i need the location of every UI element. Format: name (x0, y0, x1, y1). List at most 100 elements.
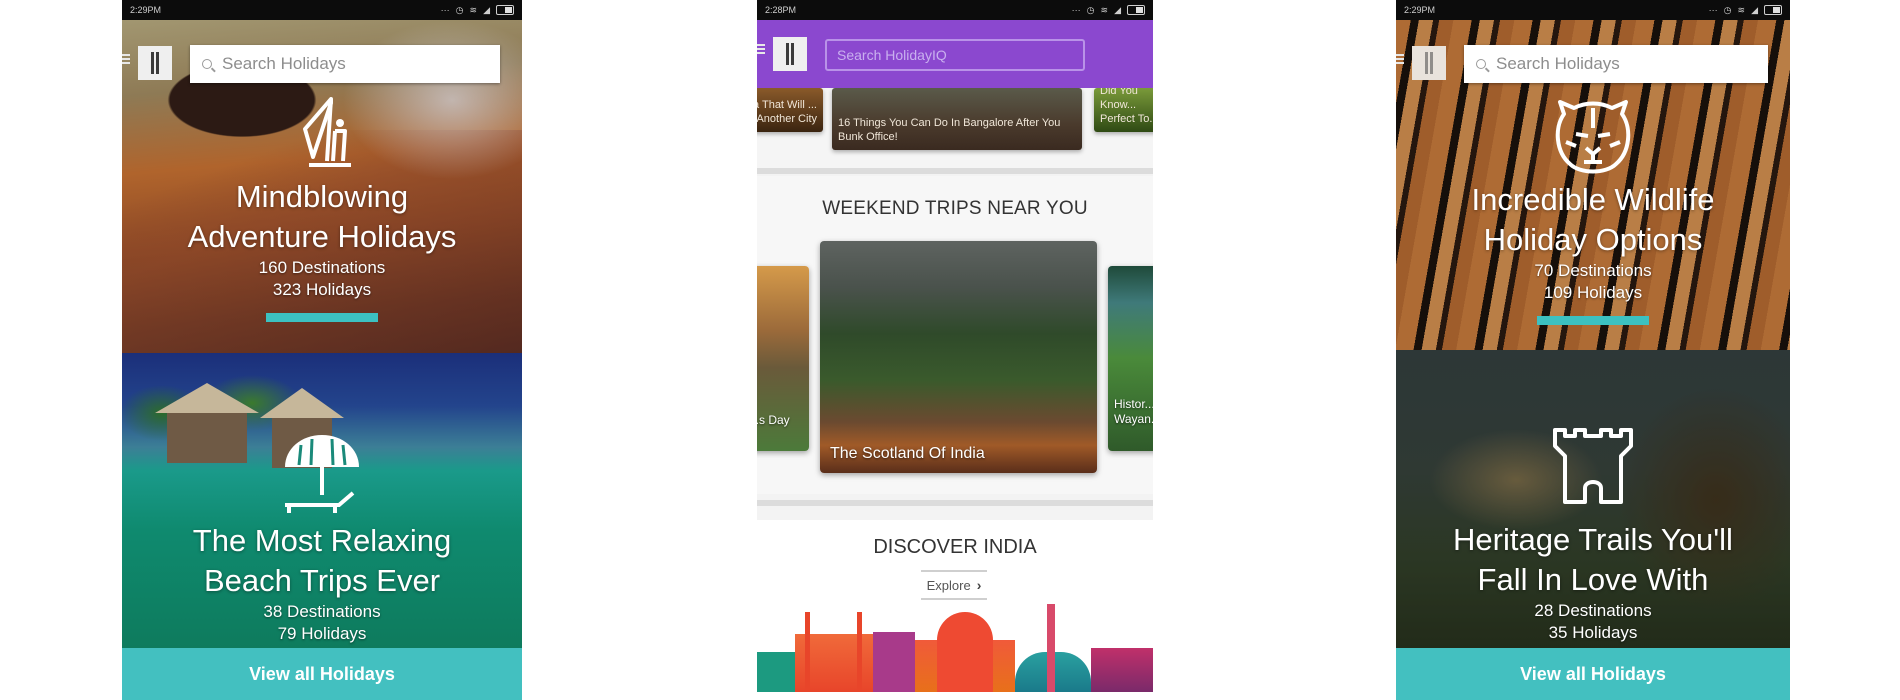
holiday-count: 109 Holidays (1543, 283, 1643, 302)
category-title: Incredible Wildlife Holiday Options (1472, 180, 1715, 260)
hamburger-menu-icon[interactable] (122, 54, 130, 64)
phone-screen-left: 2:29PM ··· ◷ ≋ ◢ Search Holidays Mindblo… (122, 0, 522, 700)
chevron-right-icon: › (976, 577, 982, 593)
logo-icon (783, 43, 797, 65)
minaret-shape (857, 612, 862, 692)
active-indicator (266, 313, 378, 322)
signal-icon: ◢ (483, 4, 490, 15)
active-indicator (1537, 316, 1649, 325)
alarm-icon: ◷ (1086, 4, 1095, 15)
app-header: Search HolidayIQ (757, 20, 1153, 88)
search-header: Search Holidays (1396, 20, 1790, 88)
destination-count: 70 Destinations (1534, 261, 1652, 280)
search-placeholder: Search HolidayIQ (837, 47, 947, 63)
holiday-count: 323 Holidays (272, 280, 372, 299)
category-title-line1: The Most Relaxing (192, 523, 452, 558)
phone-screen-right: 2:29PM ··· ◷ ≋ ◢ Search Holidays Incredi… (1396, 0, 1790, 700)
search-icon (1476, 59, 1486, 69)
section-divider (757, 500, 1153, 506)
tiger-icon (1555, 100, 1631, 174)
qutub-minar-shape (1047, 604, 1055, 692)
more-icon: ··· (440, 4, 450, 15)
destination-count: 160 Destinations (258, 258, 386, 277)
alarm-icon: ◷ (1723, 4, 1732, 15)
wifi-icon: ≋ (1737, 4, 1746, 15)
category-title-line2: Adventure Holidays (187, 219, 457, 254)
weekend-trips-section: WEEKEND TRIPS NEAR YOU ...s Day The Scot… (757, 176, 1153, 494)
category-card-heritage[interactable]: Heritage Trails You'll Fall In Love With… (1396, 350, 1790, 648)
search-placeholder: Search Holidays (1496, 54, 1620, 73)
search-input[interactable]: Search Holidays (190, 45, 500, 83)
battery-icon (1764, 5, 1782, 15)
article-title: Did You Know... Perfect To... (1100, 88, 1153, 125)
wifi-icon: ≋ (1100, 4, 1109, 15)
status-bar: 2:29PM ··· ◷ ≋ ◢ (1396, 0, 1790, 20)
search-input[interactable]: Search Holidays (1464, 45, 1768, 83)
category-title: Mindblowing Adventure Holidays (188, 177, 457, 257)
section-title: DISCOVER INDIA (873, 536, 1037, 558)
view-all-holidays-button[interactable]: View all Holidays (1396, 648, 1790, 700)
search-icon (202, 59, 212, 69)
battery-icon (1127, 5, 1145, 15)
status-bar: 2:28PM ··· ◷ ≋ ◢ (757, 0, 1153, 20)
article-card[interactable]: ...ta That Will ... Another City (757, 88, 823, 132)
category-title-line2: Fall In Love With (1477, 562, 1709, 597)
wifi-icon: ≋ (469, 4, 478, 15)
view-all-holidays-button[interactable]: View all Holidays (122, 648, 522, 700)
status-bar: 2:29PM ··· ◷ ≋ ◢ (122, 0, 522, 20)
search-placeholder: Search Holidays (222, 54, 346, 73)
article-title: ...ta That Will ... Another City (757, 99, 817, 125)
minaret-shape (805, 612, 810, 692)
battery-icon (496, 5, 514, 15)
app-logo[interactable] (138, 46, 172, 80)
article-title: 16 Things You Can Do In Bangalore After … (838, 117, 1061, 143)
app-logo[interactable] (773, 37, 807, 71)
trip-card-label: Histor... Wayan... (1114, 397, 1153, 426)
article-card[interactable]: Did You Know... Perfect To... (1094, 88, 1153, 132)
search-header: Search Holidays (122, 20, 522, 88)
logo-icon (148, 52, 162, 74)
section-divider (757, 168, 1153, 174)
more-icon: ··· (1708, 4, 1718, 15)
search-input[interactable]: Search HolidayIQ (825, 39, 1085, 71)
trip-card[interactable]: The Scotland Of India (820, 241, 1097, 473)
trip-card[interactable]: Histor... Wayan... (1108, 266, 1153, 451)
castle-tower-icon (1553, 428, 1633, 504)
explore-label: Explore (926, 577, 971, 593)
taj-mahal-dome-shape (937, 612, 993, 692)
holiday-count: 35 Holidays (1548, 623, 1638, 642)
alarm-icon: ◷ (455, 4, 464, 15)
destination-count: 28 Destinations (1534, 601, 1652, 620)
status-time: 2:28PM (765, 5, 797, 15)
status-time: 2:29PM (1404, 5, 1436, 15)
hamburger-menu-icon[interactable] (757, 44, 765, 54)
phone-screen-middle: 2:28PM ··· ◷ ≋ ◢ Search HolidayIQ ...ta … (757, 0, 1153, 700)
hamburger-menu-icon[interactable] (1396, 54, 1404, 64)
section-title: WEEKEND TRIPS NEAR YOU (822, 198, 1088, 219)
discover-india-section: DISCOVER INDIA Explore › (757, 520, 1153, 700)
app-logo[interactable] (1412, 46, 1446, 80)
india-gate-shape (757, 652, 795, 692)
category-title-line2: Beach Trips Ever (203, 563, 441, 598)
beach-umbrella-icon (285, 435, 359, 513)
logo-icon (1422, 52, 1436, 74)
status-time: 2:29PM (130, 5, 162, 15)
signal-icon: ◢ (1114, 4, 1121, 15)
category-title-line1: Incredible Wildlife (1471, 182, 1715, 217)
category-title: The Most Relaxing Beach Trips Ever (193, 521, 451, 601)
trip-card-label: The Scotland Of India (830, 445, 985, 462)
category-title-line1: Heritage Trails You'll (1453, 522, 1733, 557)
signal-icon: ◢ (1751, 4, 1758, 15)
india-skyline-illustration (757, 597, 1153, 692)
category-card-beach[interactable]: The Most Relaxing Beach Trips Ever 38 De… (122, 353, 522, 648)
temple-shape (873, 632, 915, 692)
category-title-line1: Mindblowing (235, 179, 409, 214)
category-title-line2: Holiday Options (1483, 222, 1703, 257)
explore-button[interactable]: Explore › (921, 570, 987, 600)
article-card[interactable]: 16 Things You Can Do In Bangalore After … (832, 88, 1082, 150)
holiday-count: 79 Holidays (277, 624, 367, 643)
trip-card-label: ...s Day (757, 413, 790, 427)
destination-count: 38 Destinations (263, 602, 381, 621)
trip-card[interactable]: ...s Day (757, 266, 809, 451)
article-carousel[interactable]: ...ta That Will ... Another City 16 Thin… (757, 88, 1153, 170)
